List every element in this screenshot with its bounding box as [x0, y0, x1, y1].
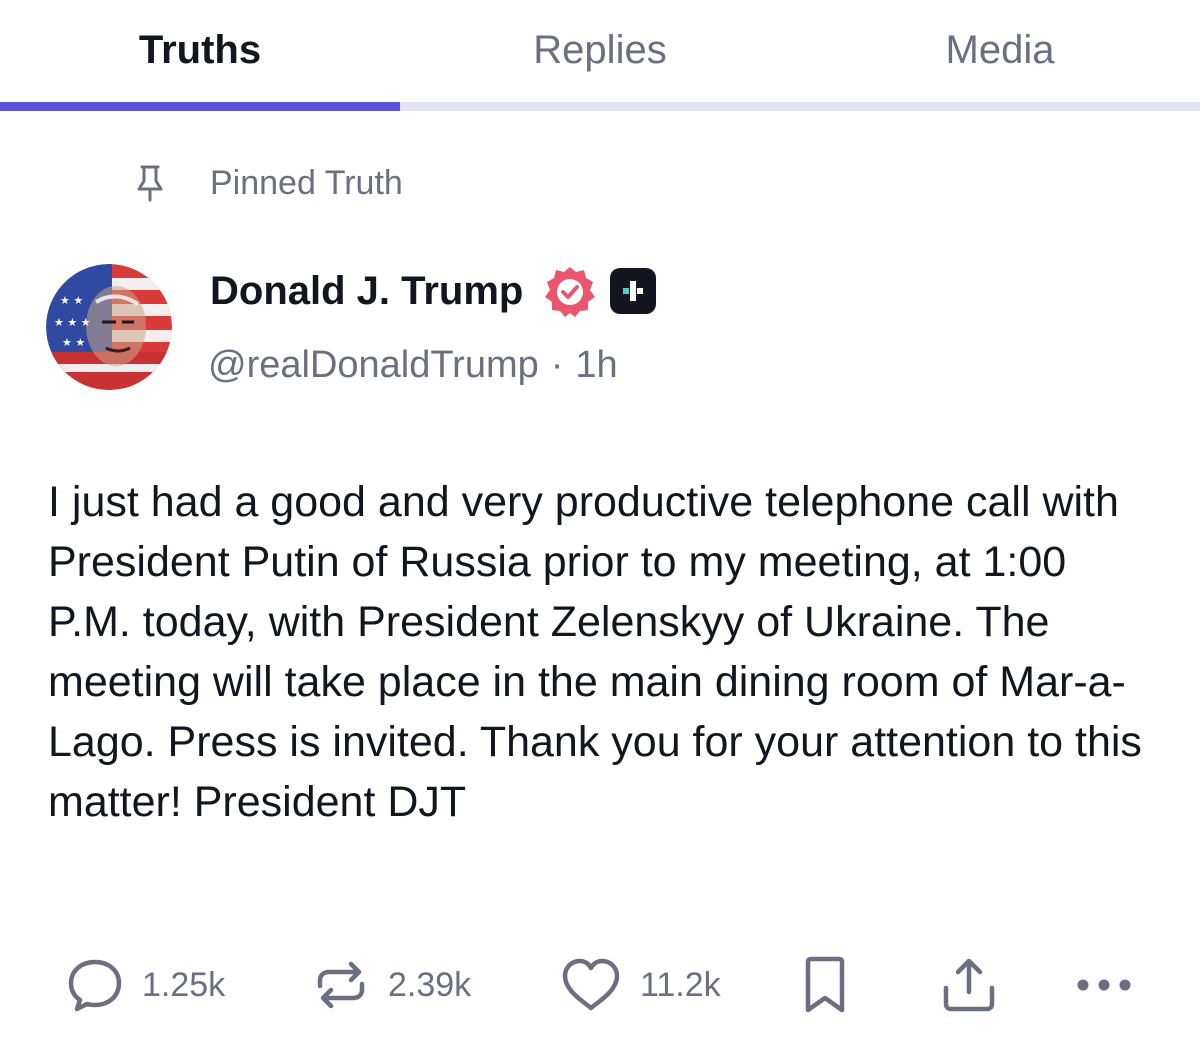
verified-badge-icon	[545, 267, 595, 317]
bookmark-button[interactable]	[800, 950, 850, 1020]
share-icon	[943, 958, 995, 1012]
reply-button[interactable]: 1.25k	[66, 950, 225, 1020]
reply-count: 1.25k	[142, 965, 226, 1004]
action-bar: 1.25k 2.39k 11.2k	[0, 950, 1200, 1020]
heart-icon	[562, 958, 620, 1011]
share-button[interactable]	[938, 950, 1000, 1020]
post-body: I just had a good and very productive te…	[48, 478, 1142, 826]
profile-tabs: Truths Replies Media	[0, 0, 1200, 112]
svg-text:★ ★ ★: ★ ★ ★	[54, 316, 91, 329]
svg-text:★ ★: ★ ★	[60, 294, 83, 307]
truth-plus-icon	[610, 268, 656, 314]
reply-icon	[68, 959, 122, 1012]
post-timestamp[interactable]: 1h	[575, 344, 617, 387]
pinned-label: Pinned Truth	[210, 163, 403, 202]
like-button[interactable]: 11.2k	[560, 950, 721, 1020]
avatar[interactable]: ★ ★ ★ ★ ★ ★ ★	[46, 264, 172, 390]
pinned-indicator: Pinned Truth	[134, 160, 403, 206]
tab-replies[interactable]: Replies	[400, 24, 800, 76]
retruth-icon	[317, 961, 365, 1009]
more-icon	[1077, 979, 1131, 991]
svg-text:★ ★: ★ ★	[62, 336, 85, 349]
like-count: 11.2k	[640, 965, 721, 1004]
bookmark-icon	[805, 956, 845, 1013]
pin-icon	[137, 165, 163, 202]
retruth-button[interactable]: 2.39k	[312, 950, 471, 1020]
retruth-count: 2.39k	[388, 965, 472, 1004]
author-meta: @realDonaldTrump · 1h	[208, 340, 618, 390]
meta-separator: ·	[550, 343, 564, 386]
active-tab-indicator	[0, 102, 400, 111]
author-handle[interactable]: @realDonaldTrump	[208, 344, 539, 387]
tab-media[interactable]: Media	[800, 24, 1200, 76]
tab-truths[interactable]: Truths	[0, 24, 400, 76]
more-options-button[interactable]	[1074, 950, 1134, 1020]
avatar-image: ★ ★ ★ ★ ★ ★ ★	[46, 264, 172, 390]
author-display-name[interactable]: Donald J. Trump	[210, 266, 523, 316]
